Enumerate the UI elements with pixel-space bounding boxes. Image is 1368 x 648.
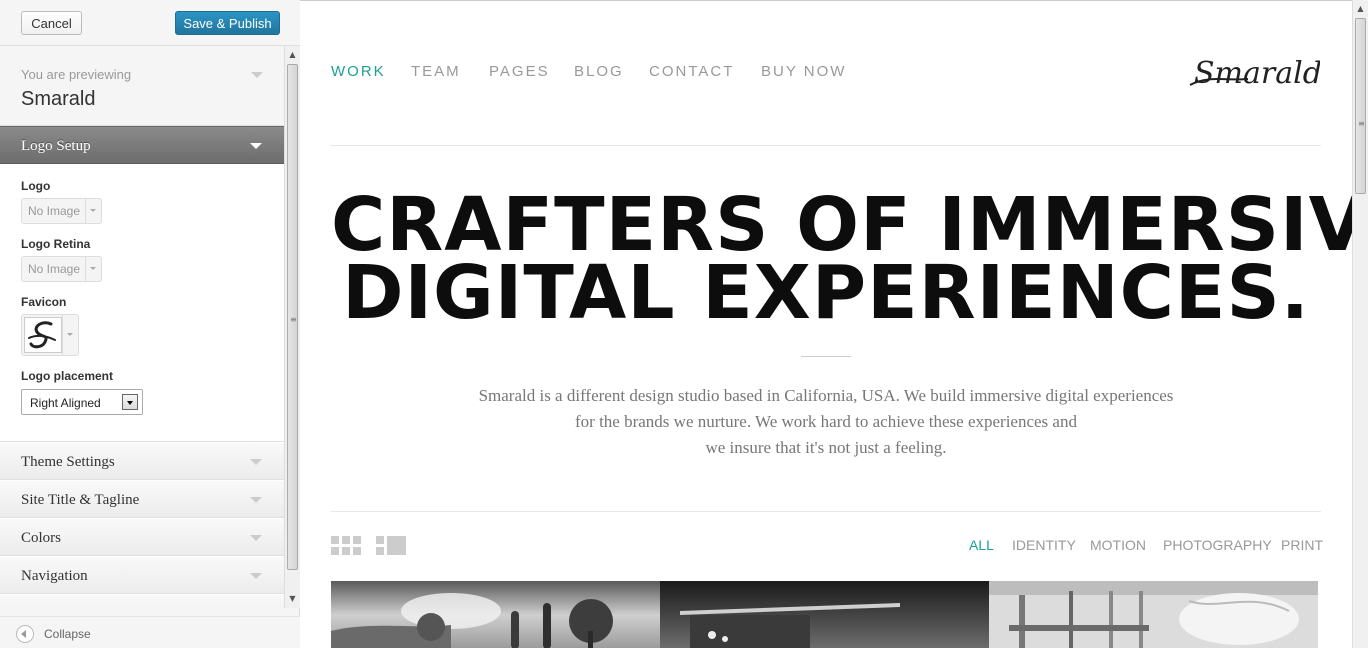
favicon-thumbnail [24,317,62,353]
cancel-button[interactable]: Cancel [21,11,82,35]
logo-setup-panel: Logo No Image Logo Retina No Image Favic… [0,164,284,442]
collapse-icon[interactable] [16,625,34,643]
customizer-app: Cancel Save & Publish You are previewing… [0,0,1368,648]
dropdown-toggle[interactable] [85,257,101,281]
section-title: Navigation [21,568,88,584]
scroll-up-icon[interactable]: ▲ [1353,2,1368,16]
grip-icon: ≡ [1358,119,1365,128]
list-view-icon[interactable] [376,536,406,556]
section-title: Theme Settings [21,454,115,470]
filter-all[interactable]: ALL [969,537,994,553]
theme-preview-info[interactable]: You are previewing Smarald [0,46,284,126]
preview-scrollbar[interactable]: ▲ ≡ [1352,0,1368,648]
site-preview: WORK TEAM PAGES BLOG CONTACT BUY NOW Sma… [300,0,1352,648]
select-arrow-button[interactable] [122,394,138,410]
customizer-sidebar: Cancel Save & Publish You are previewing… [0,0,300,648]
chevron-down-icon [250,535,262,541]
intro-line: Smarald is a different design studio bas… [478,386,1174,405]
intro-line: we insure that it's not just a feeling. [705,438,947,457]
sidebar-header: Cancel Save & Publish [0,0,300,46]
section-navigation[interactable]: Navigation [0,556,284,594]
sidebar-scrollbar[interactable]: ▲ ≡ ▼ [284,46,300,608]
chevron-down-icon [251,72,263,78]
chevron-down-icon [250,459,262,465]
grid-view-icon[interactable] [331,536,361,556]
portfolio-thumbnail[interactable] [989,581,1318,648]
dropdown-toggle[interactable] [62,315,78,355]
section-colors[interactable]: Colors [0,518,284,556]
section-site-title-tagline[interactable]: Site Title & Tagline [0,480,284,518]
logo-retina-label: Logo Retina [21,237,91,251]
logo-image-picker[interactable]: No Image [21,198,102,224]
filter-identity[interactable]: IDENTITY [1012,537,1076,553]
intro-line: for the brands we nurture. We work hard … [575,412,1077,431]
nav-item-team[interactable]: TEAM [411,63,461,80]
logo-value: No Image [28,204,81,218]
chevron-down-icon [250,497,262,503]
favicon-label: Favicon [21,295,67,309]
scroll-up-icon[interactable]: ▲ [285,48,300,62]
divider [331,145,1321,146]
logo-placement-label: Logo placement [21,369,114,383]
site-logo-text: Smarald. [1194,56,1320,91]
filter-motion[interactable]: MOTION [1090,537,1146,553]
scrollbar-thumb[interactable]: ≡ [287,64,298,570]
nav-item-contact[interactable]: CONTACT [649,63,734,80]
section-title: Site Title & Tagline [21,492,140,508]
chevron-down-icon [67,333,73,336]
chevron-down-icon [90,209,96,212]
section-logo-setup[interactable]: Logo Setup [0,126,284,164]
theme-name: Smarald [21,88,96,110]
divider [801,356,851,357]
filter-photography[interactable]: PHOTOGRAPHY [1163,537,1272,553]
portfolio-thumbnail[interactable] [660,581,989,648]
scrollbar-thumb[interactable]: ≡ [1355,18,1366,194]
filter-print[interactable]: PRINT [1281,537,1323,553]
nav-item-blog[interactable]: BLOG [574,63,624,80]
nav-item-pages[interactable]: PAGES [489,63,550,80]
logo-retina-value: No Image [28,262,81,276]
section-theme-settings[interactable]: Theme Settings [0,442,284,480]
dropdown-toggle[interactable] [85,199,101,223]
chevron-down-icon [250,573,262,579]
section-title: Logo Setup [21,138,91,154]
sidebar-footer: Collapse [0,616,300,648]
portfolio-thumbnail[interactable] [331,581,660,648]
hero-headline: CRAFTERS OF IMMERSIVE DIGITAL EXPERIENCE… [331,182,1352,336]
chevron-down-icon [90,267,96,270]
chevron-down-icon [127,401,133,405]
logo-placement-select[interactable]: Right Aligned [21,389,143,415]
save-publish-button[interactable]: Save & Publish [175,11,280,35]
collapse-button[interactable]: Collapse [44,627,91,641]
logo-retina-image-picker[interactable]: No Image [21,256,102,282]
logo-placement-value: Right Aligned [30,396,101,410]
logo-label: Logo [21,179,51,193]
previewing-label: You are previewing [21,67,132,82]
hero-headline-line: CRAFTERS OF IMMERSIVE [331,182,1352,268]
chevron-down-icon [250,143,262,149]
nav-item-buy-now[interactable]: BUY NOW [761,63,846,80]
site-logo[interactable]: Smarald. [1188,45,1331,97]
section-partially-hidden[interactable] [0,594,284,608]
favicon-image-picker[interactable] [21,314,79,356]
hero-headline-line: DIGITAL EXPERIENCES. [342,250,1310,336]
divider [331,511,1321,512]
grip-icon: ≡ [290,315,297,324]
hero-intro: Smarald is a different design studio bas… [401,383,1251,461]
nav-item-work[interactable]: WORK [331,63,386,80]
scroll-down-icon[interactable]: ▼ [285,592,300,606]
section-title: Colors [21,530,62,546]
sidebar-scroll-area: You are previewing Smarald Logo Setup Lo… [0,46,284,608]
